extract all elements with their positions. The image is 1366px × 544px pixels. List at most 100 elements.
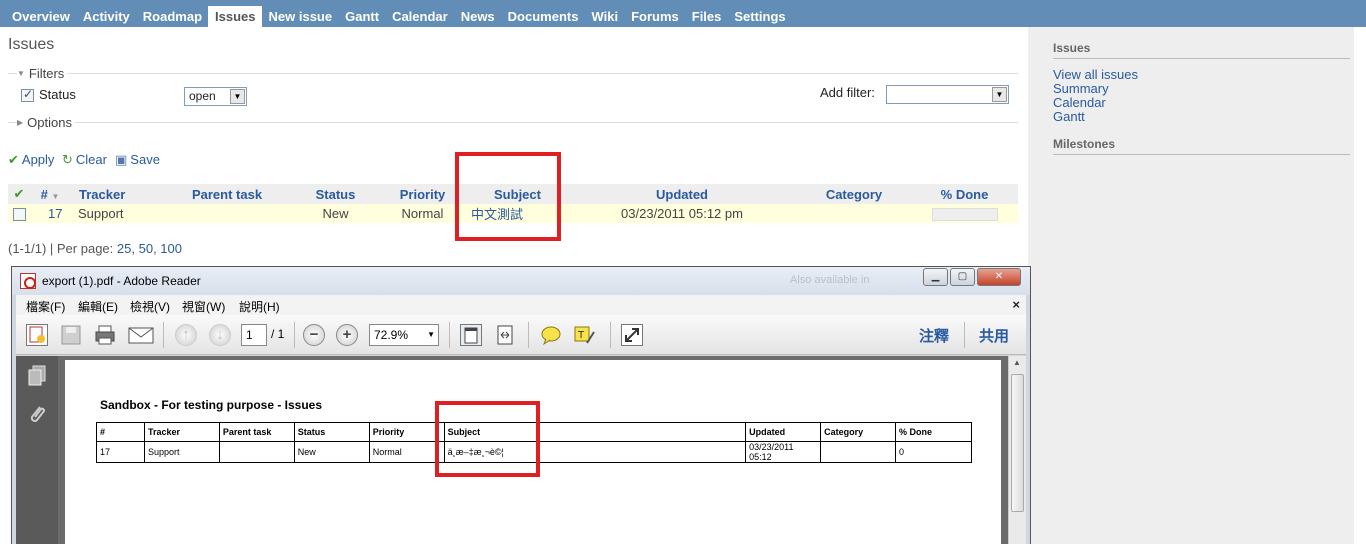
- dropdown-arrow-icon: ▼: [992, 87, 1007, 102]
- close-window-button[interactable]: ✕: [977, 268, 1021, 286]
- tab-calendar[interactable]: Calendar: [385, 6, 454, 27]
- sidebar-divider: [1053, 154, 1350, 155]
- zoom-in-icon[interactable]: +: [336, 324, 358, 346]
- pdf-cell: [218, 441, 295, 463]
- maximize-button[interactable]: ▢: [950, 268, 975, 286]
- per-page-25-link[interactable]: 25: [117, 241, 131, 256]
- tab-overview[interactable]: Overview: [5, 6, 76, 27]
- row-checkbox-cell[interactable]: [8, 204, 30, 223]
- page-scrollbar[interactable]: [1354, 27, 1366, 544]
- filters-legend[interactable]: ▼ Filters: [17, 66, 68, 81]
- zoom-level-select[interactable]: 72.9% ▼: [369, 324, 439, 346]
- tab-wiki[interactable]: Wiki: [584, 6, 624, 27]
- column-header-id[interactable]: # ▼: [30, 184, 70, 204]
- tab-roadmap[interactable]: Roadmap: [136, 6, 208, 27]
- pdf-cell: 17: [96, 441, 145, 463]
- pdf-cell: Support: [143, 441, 220, 463]
- filters-fieldset-border: [8, 73, 1018, 74]
- status-filter-checkbox[interactable]: [21, 87, 34, 102]
- menu-view[interactable]: 檢視(V): [130, 298, 170, 315]
- comment-icon[interactable]: [540, 324, 562, 346]
- document-scrollbar[interactable]: ▲: [1008, 356, 1026, 544]
- menu-window[interactable]: 視窗(W): [182, 298, 225, 315]
- reader-title-bar[interactable]: export (1).pdf - Adobe Reader Also avail…: [12, 267, 1030, 295]
- zoom-out-icon[interactable]: −: [303, 324, 325, 346]
- minimize-button[interactable]: ▁: [923, 268, 948, 286]
- highlight-text-icon[interactable]: T: [573, 324, 595, 346]
- column-header-updated[interactable]: Updated: [567, 184, 797, 204]
- issue-tracker: Support: [70, 204, 160, 223]
- background-window-text: Also available in: [790, 274, 870, 286]
- column-header-done[interactable]: % Done: [911, 184, 1018, 204]
- tab-issues[interactable]: Issues: [208, 6, 262, 27]
- full-screen-icon[interactable]: [621, 324, 643, 346]
- column-header-status[interactable]: Status: [294, 184, 377, 204]
- pdf-title: Sandbox - For testing purpose - Issues: [100, 398, 323, 412]
- previous-page-icon[interactable]: ↑: [175, 324, 197, 346]
- status-filter-label: Status: [39, 87, 76, 102]
- pages-icon: [28, 365, 46, 386]
- pdf-cell: Normal: [368, 441, 445, 463]
- tab-new-issue[interactable]: New issue: [262, 6, 339, 27]
- column-header-parent-task[interactable]: Parent task: [160, 184, 294, 204]
- tab-documents[interactable]: Documents: [501, 6, 585, 27]
- menu-help[interactable]: 說明(H): [239, 298, 280, 315]
- scroll-up-icon[interactable]: ▲: [1013, 358, 1021, 367]
- paperclip-icon: [30, 406, 45, 422]
- annotation-highlight-web-subject: [455, 152, 561, 241]
- per-page-100-link[interactable]: 100: [160, 241, 182, 256]
- toggle-all-checkbox-header[interactable]: ✔: [8, 184, 30, 204]
- tab-files[interactable]: Files: [685, 6, 728, 27]
- reader-window-title: export (1).pdf - Adobe Reader: [42, 274, 201, 288]
- per-page-50-link[interactable]: 50: [139, 241, 153, 256]
- menu-edit[interactable]: 編輯(E): [78, 298, 118, 315]
- tab-gantt[interactable]: Gantt: [338, 6, 385, 27]
- tab-activity[interactable]: Activity: [76, 6, 136, 27]
- create-pdf-icon[interactable]: [26, 324, 48, 346]
- column-header-tracker[interactable]: Tracker: [70, 184, 160, 204]
- next-page-icon[interactable]: ↓: [209, 324, 231, 346]
- pdf-column-header: Updated: [745, 422, 822, 442]
- close-document-icon[interactable]: ×: [1012, 297, 1020, 312]
- save-button[interactable]: ▣ Save: [115, 152, 160, 168]
- pdf-cell: [820, 441, 897, 463]
- apply-button[interactable]: ✔ Apply: [8, 152, 54, 168]
- printer-icon: [95, 325, 115, 345]
- menu-file[interactable]: 檔案(F): [26, 298, 65, 315]
- add-filter-select[interactable]: ▼: [886, 85, 1009, 104]
- status-operator-select[interactable]: open ▼: [184, 87, 247, 106]
- row-checkbox[interactable]: [12, 208, 26, 222]
- tab-settings[interactable]: Settings: [727, 6, 791, 27]
- issue-id-link[interactable]: 17: [30, 204, 70, 223]
- options-legend[interactable]: ▶ Options: [17, 115, 75, 130]
- pages-panel-icon[interactable]: [27, 365, 47, 390]
- save-icon[interactable]: [60, 324, 82, 346]
- sidebar-issues-heading: Issues: [1053, 41, 1091, 55]
- sort-arrow-icon: ▼: [51, 191, 60, 201]
- scrollbar-thumb[interactable]: [1011, 374, 1024, 512]
- fit-page-icon[interactable]: [460, 324, 482, 346]
- share-panel-link[interactable]: 共用: [979, 325, 1009, 346]
- project-tabs: Overview Activity Roadmap Issues New issue Ga…: [5, 6, 792, 27]
- page-number-input[interactable]: 1: [241, 324, 267, 346]
- fit-width-icon[interactable]: [494, 324, 516, 346]
- expand-arrows-icon: [625, 328, 639, 342]
- tab-news[interactable]: News: [454, 6, 501, 27]
- comment-panel-link[interactable]: 注釋: [919, 325, 949, 346]
- sidebar-link-calendar[interactable]: Calendar: [1053, 96, 1106, 110]
- pdf-column-header: Category: [820, 422, 897, 442]
- email-icon[interactable]: [128, 324, 154, 346]
- toolbar-separator: [294, 322, 295, 348]
- tab-forums[interactable]: Forums: [624, 6, 685, 27]
- pdf-file-icon: [20, 273, 36, 289]
- collapse-arrow-icon: ▼: [17, 69, 25, 78]
- print-icon[interactable]: [94, 324, 116, 346]
- sidebar-link-gantt[interactable]: Gantt: [1053, 110, 1085, 124]
- attachments-panel-icon[interactable]: [27, 403, 47, 428]
- sidebar-link-view-all-issues[interactable]: View all issues: [1053, 68, 1138, 82]
- column-header-category[interactable]: Category: [797, 184, 911, 204]
- dropdown-arrow-icon: ▼: [230, 89, 245, 104]
- sidebar-link-summary[interactable]: Summary: [1053, 82, 1109, 96]
- done-progress-bar: [931, 208, 998, 222]
- clear-button[interactable]: ↻ Clear: [62, 152, 107, 168]
